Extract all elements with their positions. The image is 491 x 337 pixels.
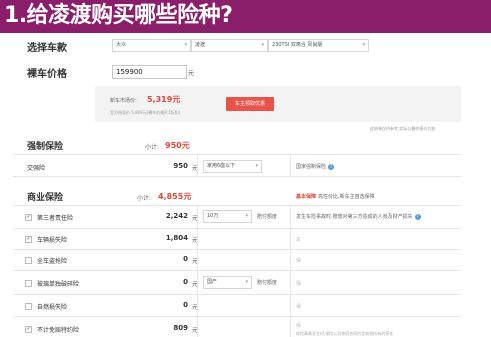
row-checkbox[interactable] (25, 280, 32, 287)
chevron-down-icon: ▾ (245, 279, 248, 285)
chevron-down-icon: ▾ (184, 42, 187, 48)
row-name: 全车盗抢险 (37, 258, 68, 265)
chevron-down-icon: ▾ (362, 42, 365, 48)
bottom-desc: 保险事故发生时,保险公司按照合同约定赔偿所有的责任 (296, 331, 394, 336)
column-divider (290, 205, 291, 337)
commercial-subtotal-label: 小计: (137, 195, 152, 202)
row-name: 不计免赔特约险 (37, 327, 80, 334)
car-select-label: 选择车款 (27, 43, 67, 54)
get-discount-button[interactable]: 车主领取优惠 (226, 97, 274, 111)
model-value: 230TSI 双离合 风尚版 (272, 42, 323, 48)
divider (13, 249, 461, 250)
model-select[interactable]: 230TSI 双离合 风尚版 ▾ (268, 39, 369, 52)
glass-amount-tag: 赔付额度 (257, 280, 278, 286)
chevron-down-icon: ▾ (255, 163, 258, 169)
commercial-subtotal-value: 4,855元 (158, 192, 192, 201)
row-amount: 0 (183, 255, 188, 263)
series-value: 凌渡 (195, 42, 206, 48)
page-title: 1.给凌渡购买哪些险种? (4, 3, 233, 28)
price-input[interactable]: 159900 (112, 65, 187, 79)
row-checkbox[interactable] (25, 257, 32, 264)
row-desc: 车 (296, 237, 302, 243)
column-divider (197, 205, 198, 337)
row-desc: 保 (296, 281, 302, 287)
commercial-title: 商业保险 (27, 193, 64, 203)
brand-select[interactable]: 大众 ▾ (112, 39, 191, 52)
divider (13, 154, 461, 155)
row-desc: 发生车险事故时,赔偿对第三方造成的人身及财产损失? (296, 213, 421, 220)
row-checkbox[interactable] (25, 303, 32, 310)
row-amount: 1,804 (165, 234, 188, 242)
row-name: 玻璃单独破碎险 (37, 281, 80, 288)
compulsory-subtotal-label: 小计: (145, 144, 160, 151)
row-desc-text: 国家强制保险 (296, 164, 327, 170)
row-desc-text: 发生车险事故时,赔偿对第三方造成的人身及财产损失 (296, 214, 413, 220)
row-amount: 0 (183, 301, 188, 309)
price-formula: 官方指导价 5,809元(裸车价格9:1折扣) (110, 110, 181, 115)
brand-value: 大众 (116, 42, 127, 48)
row-name: 自燃损失险 (37, 304, 68, 311)
glass-type-select[interactable]: 国产 ▾ (203, 276, 252, 289)
divider (13, 205, 461, 206)
coverage-amount-value: 10万 (207, 213, 219, 219)
basic-coverage-desc: 高性价比,新车主首选保障 (318, 194, 375, 200)
row-checkbox[interactable]: ✓ (25, 236, 32, 243)
compulsory-subtotal-value: 950元 (165, 141, 190, 150)
disclaimer-note: 此结果仅供参考,实际以最终报价为准 (370, 126, 436, 131)
series-select[interactable]: 凌渡 ▾ (191, 39, 268, 52)
row-checkbox[interactable]: ✓ (25, 214, 32, 221)
market-price-value: 5,319元 (147, 95, 181, 104)
row-amount: 2,242 (165, 212, 188, 220)
row-name-jiaoqiang: 交强险 (27, 165, 46, 172)
row-name: 车辆损失险 (37, 237, 68, 244)
header-banner: 1.给凌渡购买哪些险种? (0, 0, 491, 33)
row-desc: 保 (296, 323, 302, 329)
coverage-amount-select[interactable]: 10万 ▾ (203, 210, 252, 223)
row-desc: 保 (296, 304, 302, 310)
row-amount: 809 (173, 324, 188, 332)
row-desc-jiaoqiang: 国家强制保险? (296, 163, 335, 170)
divider (13, 228, 461, 229)
market-price-label: 新车市场价: (110, 98, 137, 104)
divider (13, 270, 461, 271)
row-desc: 保 (296, 258, 302, 264)
row-amount-jiaoqiang: 950 (173, 162, 188, 170)
info-icon[interactable]: ? (414, 213, 421, 220)
vehicle-type-select[interactable]: 家用6座以下 ▾ (203, 160, 262, 173)
chevron-down-icon: ▾ (245, 213, 248, 219)
row-checkbox[interactable]: ✓ (25, 326, 32, 333)
divider (13, 294, 461, 295)
divider (13, 176, 461, 177)
row-amount: 0 (183, 278, 188, 286)
row-name: 第三者责任险 (37, 215, 74, 222)
coverage-amount-tag: 赔付额度 (257, 214, 278, 220)
price-unit: 元 (188, 70, 195, 77)
column-divider (290, 154, 291, 176)
column-divider (197, 154, 198, 176)
chevron-down-icon: ▾ (261, 42, 264, 48)
info-icon[interactable]: ? (328, 163, 335, 170)
price-label: 裸车价格 (27, 69, 67, 80)
compulsory-title: 强制保险 (27, 142, 64, 152)
glass-type-value: 国产 (207, 279, 218, 285)
vehicle-type-value: 家用6座以下 (207, 163, 236, 169)
basic-coverage-tag: 基本保障 (296, 194, 317, 200)
divider (13, 316, 461, 317)
